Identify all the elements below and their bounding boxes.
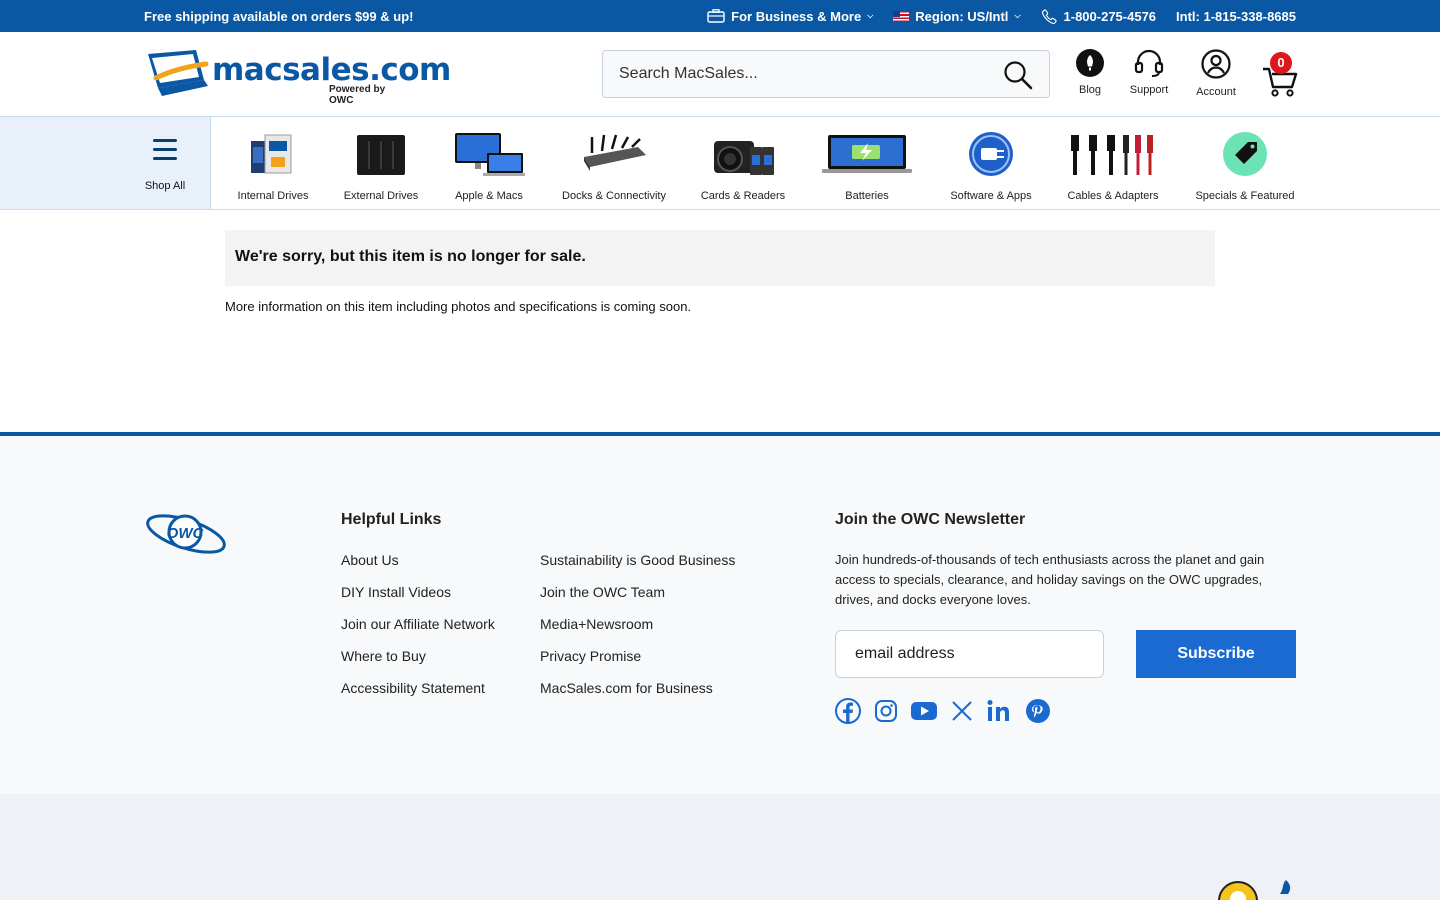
- search-bar: [602, 50, 1050, 98]
- footer-link-where-to-buy[interactable]: Where to Buy: [341, 648, 495, 680]
- category-label: Internal Drives: [237, 190, 309, 202]
- category-label: External Drives: [343, 190, 419, 202]
- facebook-icon[interactable]: [835, 698, 861, 724]
- site-header: macsales.com Powered by OWC Blog Support…: [0, 32, 1440, 116]
- footer-link-sustainability[interactable]: Sustainability is Good Business: [540, 552, 735, 584]
- laptop-logo-icon: [148, 50, 209, 96]
- footer-link-accessibility[interactable]: Accessibility Statement: [341, 680, 495, 712]
- category-internal-drives[interactable]: Internal Drives: [233, 131, 313, 202]
- rocket-icon: [1076, 49, 1104, 77]
- for-business-menu[interactable]: For Business & More ⌵: [707, 9, 873, 24]
- category-label: Cards & Readers: [700, 190, 786, 202]
- headset-icon: [1134, 49, 1164, 77]
- discontinued-heading: We're sorry, but this item is no longer …: [235, 248, 586, 265]
- site-footer: OWC Helpful Links About Us DIY Install V…: [0, 432, 1440, 794]
- apple-macs-image: [449, 131, 529, 177]
- blog-label: Blog: [1078, 84, 1102, 96]
- instagram-icon[interactable]: [873, 698, 899, 724]
- shop-all-label: Shop All: [144, 180, 186, 192]
- category-apple-macs[interactable]: Apple & Macs: [449, 131, 529, 202]
- phone-link[interactable]: 1-800-275-4576: [1041, 8, 1157, 25]
- batteries-image: [822, 131, 912, 177]
- user-account-icon: [1201, 49, 1231, 79]
- cards-readers-image: [698, 131, 788, 177]
- logo-tagline: Powered by OWC: [329, 84, 386, 106]
- account-label: Account: [1196, 86, 1236, 98]
- owc-logo-text: OWC: [167, 525, 205, 542]
- cart-count-badge: 0: [1270, 52, 1292, 74]
- newsletter-description: Join hundreds-of-thousands of tech enthu…: [835, 552, 1265, 607]
- discontinued-notice: We're sorry, but this item is no longer …: [225, 230, 1215, 286]
- subscribe-button[interactable]: Subscribe: [1136, 630, 1296, 678]
- specials-featured-image: [1193, 131, 1297, 177]
- cables-adapters-image: [1064, 131, 1162, 177]
- region-label: Region: US/Intl: [915, 8, 1009, 24]
- support-label: Support: [1129, 84, 1169, 96]
- us-flag-icon: [893, 10, 910, 22]
- shop-all-button[interactable]: Shop All: [0, 117, 211, 209]
- phone-number: 1-800-275-4576: [1063, 8, 1157, 24]
- footer-link-join-team[interactable]: Join the OWC Team: [540, 584, 735, 616]
- helpful-links-col1: About Us DIY Install Videos Join our Aff…: [341, 552, 495, 712]
- trust-seal-icon: [1218, 881, 1258, 900]
- top-bar: Free shipping available on orders $99 & …: [0, 0, 1440, 32]
- support-link[interactable]: Support: [1129, 49, 1169, 96]
- search-icon[interactable]: [1003, 60, 1033, 90]
- docks-image: [557, 131, 671, 177]
- youtube-icon[interactable]: [911, 698, 937, 724]
- category-label: Docks & Connectivity: [562, 190, 666, 202]
- internal-drives-image: [233, 131, 313, 177]
- category-external-drives[interactable]: External Drives: [341, 131, 421, 202]
- footer-link-diy-videos[interactable]: DIY Install Videos: [341, 584, 495, 616]
- macsales-logo[interactable]: macsales.com Powered by OWC: [146, 50, 451, 106]
- category-specials-featured[interactable]: Specials & Featured: [1193, 131, 1297, 202]
- social-links: [835, 698, 1051, 724]
- phone-icon: [1041, 8, 1057, 24]
- software-apps-image: [946, 131, 1036, 177]
- price-tag-icon: [1223, 132, 1267, 176]
- free-shipping-promo: Free shipping available on orders $99 & …: [144, 9, 414, 24]
- external-drives-image: [341, 131, 421, 177]
- hamburger-menu-icon: [153, 139, 177, 160]
- category-label: Cables & Adapters: [1067, 190, 1159, 202]
- category-label: Software & Apps: [950, 190, 1032, 202]
- search-input[interactable]: [603, 51, 983, 97]
- category-docks-connectivity[interactable]: Docks & Connectivity: [557, 131, 671, 202]
- for-business-label: For Business & More: [731, 8, 862, 24]
- footer-link-about-us[interactable]: About Us: [341, 552, 495, 584]
- newsletter-heading: Join the OWC Newsletter: [835, 511, 1026, 528]
- category-batteries[interactable]: Batteries: [822, 131, 912, 202]
- category-label: Apple & Macs: [455, 190, 523, 202]
- region-selector[interactable]: Region: US/Intl ⌵: [893, 8, 1021, 24]
- linkedin-icon[interactable]: [987, 698, 1013, 724]
- more-info-text: More information on this item including …: [225, 299, 692, 314]
- footer-link-privacy[interactable]: Privacy Promise: [540, 648, 735, 680]
- category-nav: Shop All Internal Drives External Drives…: [0, 116, 1440, 210]
- footer-link-newsroom[interactable]: Media+Newsroom: [540, 616, 735, 648]
- category-software-apps[interactable]: Software & Apps: [946, 131, 1036, 202]
- category-cables-adapters[interactable]: Cables & Adapters: [1064, 131, 1162, 202]
- pinterest-icon[interactable]: [1025, 698, 1051, 724]
- account-link[interactable]: Account: [1195, 49, 1237, 98]
- blog-link[interactable]: Blog: [1074, 49, 1106, 96]
- logo-wordmark: macsales.com: [212, 52, 451, 88]
- footer-link-affiliate[interactable]: Join our Affiliate Network: [341, 616, 495, 648]
- x-icon[interactable]: [949, 698, 975, 724]
- top-bar-right: For Business & More ⌵ Region: US/Intl ⌵ …: [707, 0, 1296, 32]
- footer-bottom-bar: [0, 794, 1440, 900]
- newsletter-email-input[interactable]: [835, 630, 1104, 678]
- category-label: Specials & Featured: [1195, 190, 1295, 202]
- briefcase-icon: [707, 9, 725, 23]
- category-label: Batteries: [845, 190, 889, 202]
- category-cards-readers[interactable]: Cards & Readers: [698, 131, 788, 202]
- intl-phone-link[interactable]: Intl: 1-815-338-8685: [1176, 9, 1296, 24]
- bbb-accredited-icon: [1280, 880, 1291, 894]
- helpful-links-col2: Sustainability is Good Business Join the…: [540, 552, 735, 712]
- chevron-down-icon: ⌵: [867, 11, 874, 20]
- footer-link-business[interactable]: MacSales.com for Business: [540, 680, 735, 712]
- owc-logo[interactable]: OWC: [143, 508, 229, 558]
- helpful-links-heading: Helpful Links: [341, 511, 442, 528]
- chevron-down-icon: ⌵: [1014, 11, 1021, 20]
